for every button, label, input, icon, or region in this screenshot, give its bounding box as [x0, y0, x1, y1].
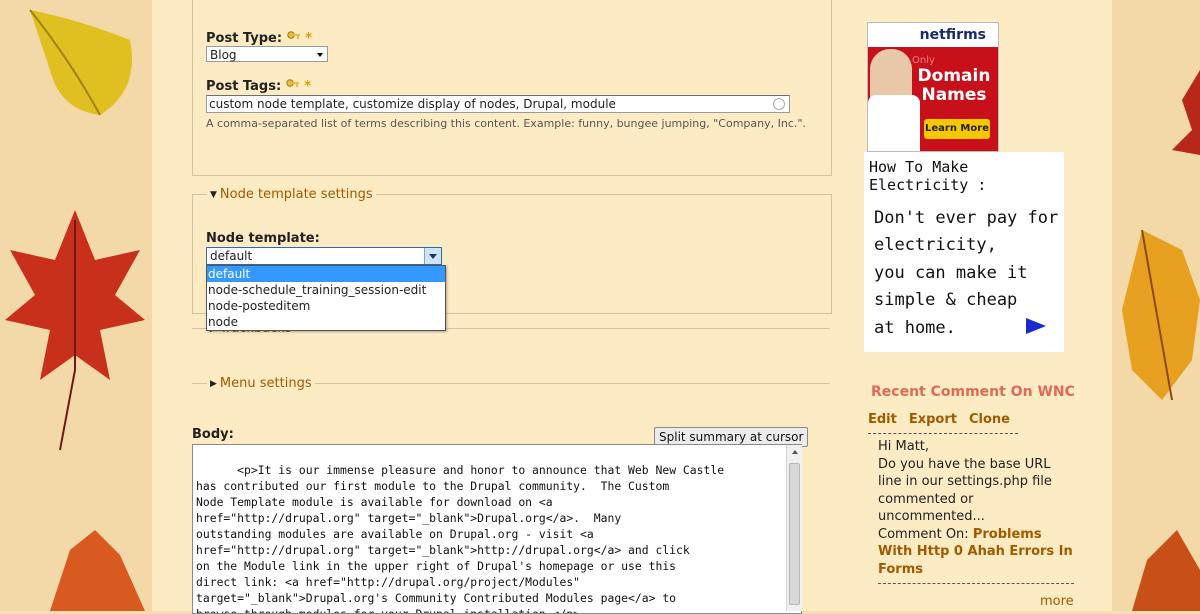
recent-comment-title: Recent Comment On WNC: [871, 384, 1075, 400]
orange-leaf-icon: [50, 530, 145, 611]
electricity-ad-line: simple & cheap: [874, 290, 1018, 310]
electricity-ad-line: electricity,: [874, 235, 997, 255]
chevron-down-icon[interactable]: [424, 248, 441, 264]
comment-text: Hi Matt, Do you have the base URL line i…: [878, 439, 1052, 524]
option-node-posteditem[interactable]: node-posteditem: [207, 298, 445, 314]
ad-headline: Domain Names: [917, 66, 991, 105]
netfirms-logo: netfirms: [868, 23, 998, 47]
post-type-value: Blog: [210, 48, 237, 62]
key-icon: [285, 79, 299, 87]
left-decoration: [0, 0, 152, 611]
option-default[interactable]: default: [207, 266, 445, 282]
post-type-select[interactable]: Blog: [206, 46, 328, 62]
scroll-thumb[interactable]: [789, 463, 800, 605]
comment-actions: Edit Export Clone: [868, 412, 1022, 427]
body-textarea[interactable]: <p>It is our immense pleasure and honor …: [192, 444, 802, 614]
node-template-options: default node-schedule_training_session-e…: [206, 265, 446, 331]
export-link[interactable]: Export: [909, 412, 957, 427]
comment-on-label: Comment On:: [878, 526, 969, 542]
body-scrollbar[interactable]: [786, 445, 802, 611]
chevron-down-icon: [317, 53, 323, 57]
maple-leaf-icon: [5, 210, 145, 451]
post-tags-description: A comma-separated list of terms describi…: [206, 117, 806, 130]
post-type-label: Post Type: *: [206, 31, 312, 46]
body-label: Body:: [192, 427, 234, 442]
electricity-ad-title: How To Make Electricity :: [869, 158, 987, 194]
sidebar: netfirms Only Domain Names Learn More Ho…: [864, 0, 1084, 611]
triangle-right-icon: ▶: [210, 379, 217, 389]
electricity-ad-line: Don't ever pay for: [874, 208, 1059, 228]
red-leaf-icon: [1172, 70, 1200, 155]
netfirms-ad[interactable]: netfirms Only Domain Names Learn More: [867, 22, 999, 152]
node-template-select[interactable]: default: [206, 247, 442, 265]
key-icon: [286, 31, 300, 39]
page-content: Post Type: * Blog Post Tags: * custom no…: [152, 0, 1112, 614]
edit-link[interactable]: Edit: [868, 412, 897, 427]
required-mark: *: [305, 31, 312, 46]
required-mark: *: [304, 79, 312, 94]
menu-settings-legend[interactable]: ▶ Menu settings: [207, 376, 315, 391]
clone-link[interactable]: Clone: [969, 412, 1010, 427]
post-tags-label: Post Tags: *: [206, 79, 312, 94]
divider: [878, 583, 1074, 584]
node-template-legend[interactable]: ▼ Node template settings: [207, 187, 376, 202]
node-edit-form: Post Type: * Blog Post Tags: * custom no…: [192, 0, 832, 614]
recent-comment-body: Hi Matt, Do you have the base URL line i…: [878, 438, 1078, 578]
ad-only-text: Only: [912, 55, 935, 66]
ginkgo-leaf-icon: [29, 9, 132, 116]
body-text: <p>It is our immense pleasure and honor …: [196, 463, 725, 614]
autocomplete-throbber-icon: [773, 98, 785, 110]
divider: [868, 433, 1018, 434]
electricity-ad-line: you can make it: [874, 263, 1028, 283]
electricity-ad[interactable]: How To Make Electricity : Don't ever pay…: [864, 152, 1064, 352]
electricity-ad-line: at home.: [874, 318, 956, 338]
orange-leaf-right-icon: [1132, 530, 1200, 611]
right-decoration: [1112, 0, 1200, 611]
triangle-down-icon: ▼: [210, 190, 217, 200]
learn-more-button[interactable]: Learn More: [924, 119, 990, 139]
arrow-right-icon: [1026, 318, 1046, 334]
yellow-leaf-icon: [1122, 229, 1200, 401]
post-tags-value: custom node template, customize display …: [209, 97, 616, 111]
more-link[interactable]: more: [1040, 594, 1074, 609]
post-tags-input[interactable]: custom node template, customize display …: [206, 95, 790, 113]
node-template-label: Node template:: [206, 231, 320, 246]
scroll-up-icon[interactable]: [792, 450, 798, 454]
node-template-value: default: [210, 249, 253, 263]
option-node[interactable]: node: [207, 314, 445, 330]
option-node-schedule-training-session-edit[interactable]: node-schedule_training_session-edit: [207, 282, 445, 298]
